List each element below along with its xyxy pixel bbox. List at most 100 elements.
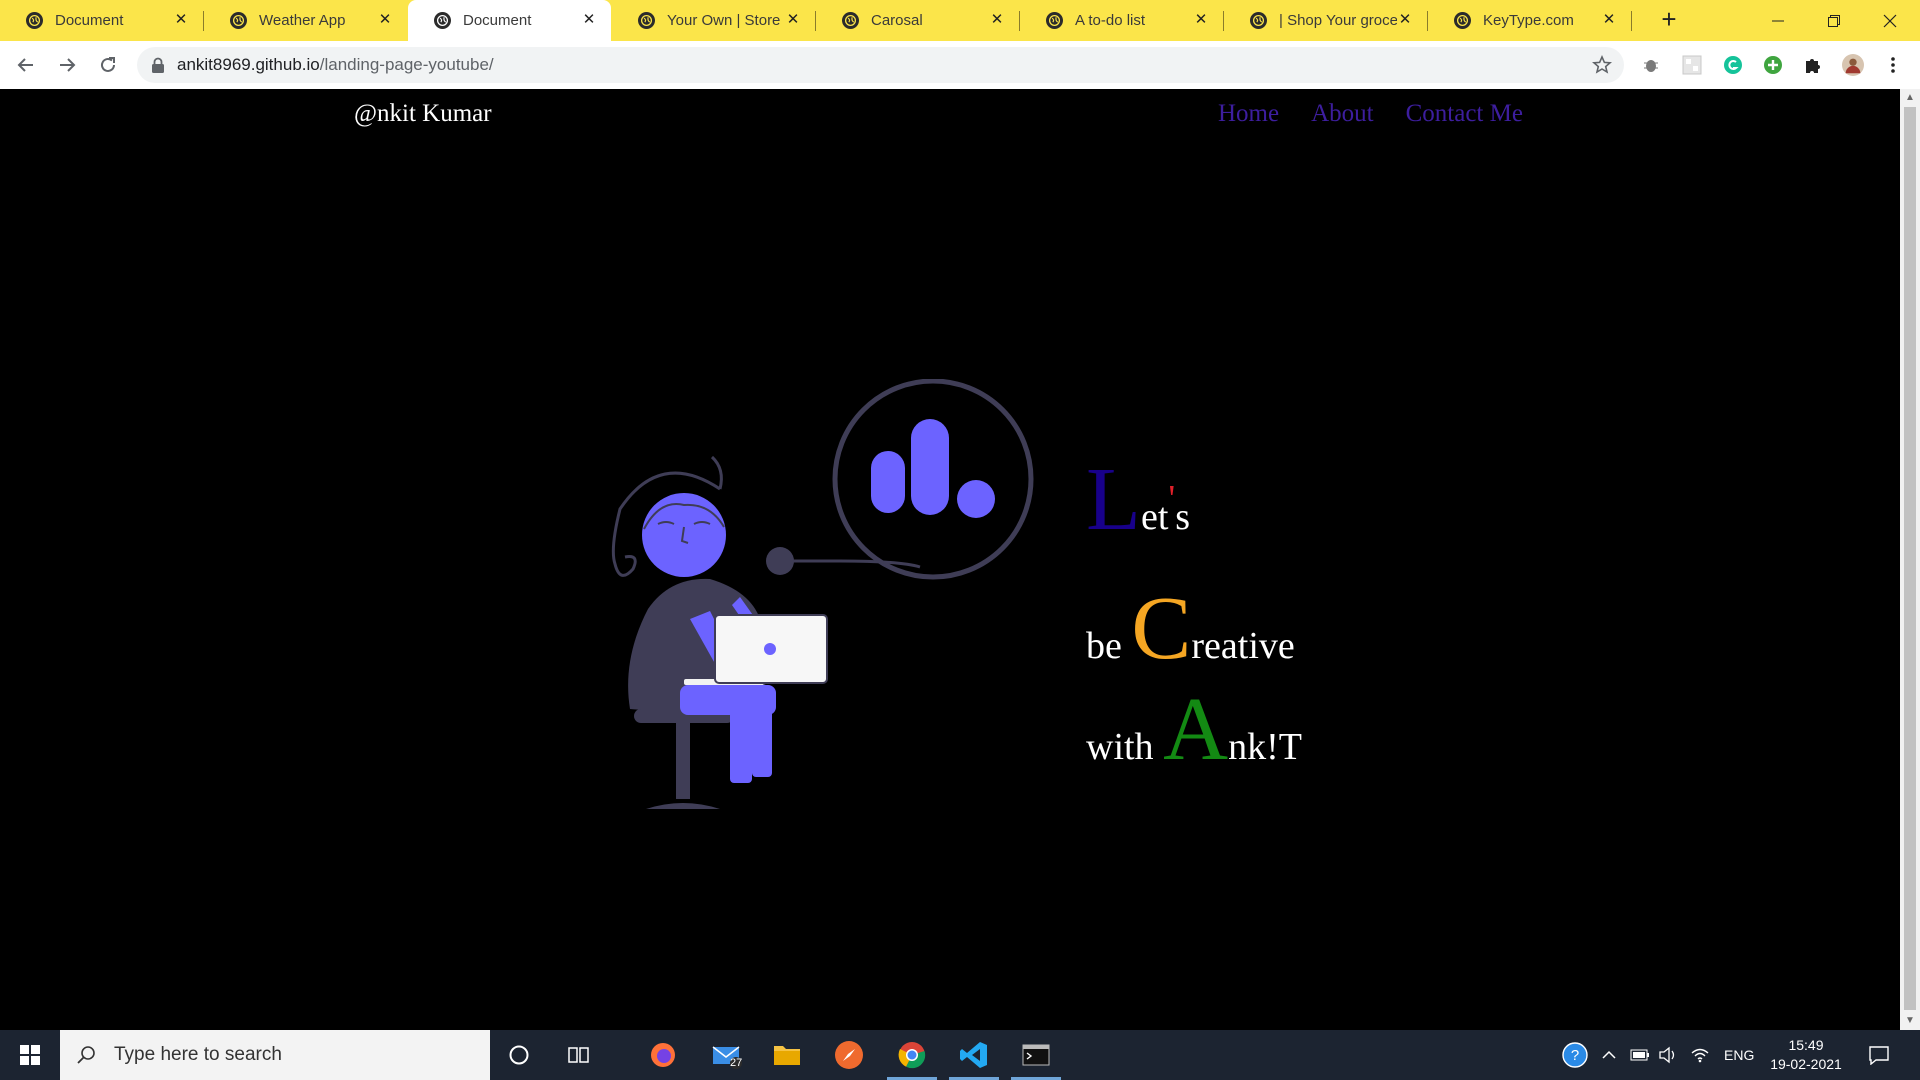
close-icon	[1883, 14, 1897, 27]
add-extension-icon[interactable]	[1762, 54, 1784, 76]
puzzle-extensions-icon[interactable]	[1802, 54, 1824, 76]
tab-title: Document	[55, 12, 124, 29]
tagline-line-1: Let's	[1086, 455, 1190, 545]
firefox-icon	[651, 1043, 675, 1067]
close-window-button[interactable]	[1862, 0, 1918, 41]
arrow-left-icon	[17, 58, 33, 72]
tab-title: Document	[463, 12, 532, 29]
tab-title: KeyType.com	[1483, 12, 1574, 29]
terminal-taskbar-button[interactable]	[1007, 1030, 1065, 1080]
language-indicator[interactable]: ENG	[1724, 1030, 1754, 1080]
wifi-icon[interactable]	[1690, 1030, 1710, 1080]
nav-contact-link[interactable]: Contact Me	[1406, 100, 1523, 128]
reload-button[interactable]	[92, 49, 124, 81]
more-vert-icon[interactable]	[1882, 54, 1904, 76]
globe-icon	[842, 12, 859, 29]
cortana-button[interactable]	[490, 1030, 548, 1080]
close-icon[interactable]: ✕	[377, 12, 393, 28]
tagline-pre-3: with	[1086, 726, 1164, 768]
search-placeholder: Type here to search	[114, 1044, 282, 1065]
forward-button[interactable]	[51, 49, 83, 81]
tab-title: | Shop Your grocer	[1279, 12, 1397, 29]
tab-title: Your Own | Store	[667, 12, 781, 29]
close-icon[interactable]: ✕	[173, 12, 189, 28]
close-icon[interactable]: ✕	[989, 12, 1005, 28]
vscode-taskbar-button[interactable]	[945, 1030, 1003, 1080]
chrome-taskbar-button[interactable]	[883, 1030, 941, 1080]
scroll-up-arrow-icon[interactable]: ▲	[1904, 92, 1916, 104]
tab-shop-grocery[interactable]: | Shop Your grocer ✕	[1224, 0, 1428, 41]
url-text: ankit8969.github.io/landing-page-youtube…	[177, 55, 494, 75]
scrollbar-thumb[interactable]	[1904, 107, 1916, 1010]
tagline-cap-a: A	[1163, 680, 1229, 779]
back-button[interactable]	[10, 49, 42, 81]
chrome-icon	[898, 1042, 926, 1069]
mail-badge: 27	[730, 1057, 743, 1069]
windows-taskbar: Type here to search 27 ? ENG 15:49 19-02…	[0, 1030, 1920, 1080]
person-with-laptop-illustration	[611, 379, 1034, 809]
globe-icon	[230, 12, 247, 29]
address-bar[interactable]: ankit8969.github.io/landing-page-youtube…	[137, 47, 1624, 83]
tagline-rest-1: et	[1140, 496, 1169, 538]
tab-keytype[interactable]: KeyType.com ✕	[1428, 0, 1632, 41]
help-icon: ?	[1562, 1042, 1588, 1068]
tab-document-1[interactable]: Document ✕	[0, 0, 204, 41]
url-host: ankit8969.github.io	[177, 55, 320, 74]
battery-icon[interactable]	[1630, 1030, 1650, 1080]
site-brand[interactable]: @nkit Kumar	[354, 100, 492, 128]
minimize-button[interactable]	[1750, 0, 1806, 41]
tab-todo-list[interactable]: A to-do list ✕	[1020, 0, 1224, 41]
close-icon[interactable]: ✕	[785, 12, 801, 28]
tagline-pre-2: be	[1086, 625, 1132, 667]
tab-weather-app[interactable]: Weather App ✕	[204, 0, 407, 41]
close-icon[interactable]: ✕	[1193, 12, 1209, 28]
globe-icon	[1454, 12, 1471, 29]
scroll-down-arrow-icon[interactable]: ▼	[1904, 1015, 1916, 1027]
compass-app-button[interactable]	[820, 1030, 878, 1080]
close-icon[interactable]: ✕	[1601, 12, 1617, 28]
tagline-line-3: with Ank!T	[1086, 685, 1302, 775]
taskbar-search-box[interactable]: Type here to search	[60, 1030, 490, 1080]
nav-home-link[interactable]: Home	[1218, 100, 1279, 128]
volume-icon[interactable]	[1658, 1030, 1678, 1080]
notification-icon	[1869, 1046, 1889, 1065]
taskbar-clock[interactable]: 15:49 19-02-2021	[1766, 1036, 1846, 1074]
firefox-taskbar-button[interactable]	[634, 1030, 692, 1080]
search-icon	[77, 1046, 95, 1064]
tab-title: A to-do list	[1075, 12, 1146, 29]
tab-your-own-store[interactable]: Your Own | Store ✕	[612, 0, 816, 41]
bookmark-star-icon[interactable]	[1592, 55, 1612, 75]
tab-strip: Document ✕ Weather App ✕ Document ✕ Your…	[0, 0, 1920, 41]
tab-carosal[interactable]: Carosal ✕	[816, 0, 1020, 41]
globe-icon	[1250, 12, 1267, 29]
tray-chevron-up-icon[interactable]	[1602, 1030, 1616, 1080]
tagline-cap-c: C	[1131, 579, 1192, 678]
task-view-button[interactable]	[550, 1030, 608, 1080]
task-view-icon	[568, 1047, 589, 1063]
grid-extension-icon[interactable]	[1681, 54, 1703, 76]
site-nav: Home About Contact Me	[1218, 100, 1523, 128]
page-scrollbar[interactable]: ▲ ▼	[1900, 89, 1920, 1030]
restore-icon	[1828, 14, 1840, 27]
nav-about-link[interactable]: About	[1311, 100, 1374, 128]
globe-icon	[1046, 12, 1063, 29]
close-icon[interactable]: ✕	[1397, 12, 1413, 28]
bug-extension-icon[interactable]	[1640, 54, 1662, 76]
new-tab-button[interactable]: +	[1656, 6, 1682, 33]
clock-date: 19-02-2021	[1770, 1056, 1842, 1072]
restore-button[interactable]	[1806, 0, 1862, 41]
folder-icon	[774, 1046, 800, 1065]
avatar[interactable]	[1842, 54, 1864, 76]
mail-taskbar-button[interactable]: 27	[698, 1030, 756, 1080]
help-tray-icon[interactable]: ?	[1562, 1030, 1588, 1080]
notifications-button[interactable]	[1868, 1030, 1890, 1080]
tagline-rest-3: nk!T	[1228, 726, 1302, 768]
tagline-rest-2: reative	[1191, 625, 1295, 667]
clock-time: 15:49	[1788, 1037, 1824, 1053]
start-button[interactable]	[0, 1030, 60, 1080]
tab-document-active[interactable]: Document ✕	[408, 0, 611, 41]
file-explorer-button[interactable]	[758, 1030, 816, 1080]
reload-icon	[101, 57, 115, 72]
grammarly-icon[interactable]	[1722, 54, 1744, 76]
close-icon[interactable]: ✕	[581, 12, 597, 28]
